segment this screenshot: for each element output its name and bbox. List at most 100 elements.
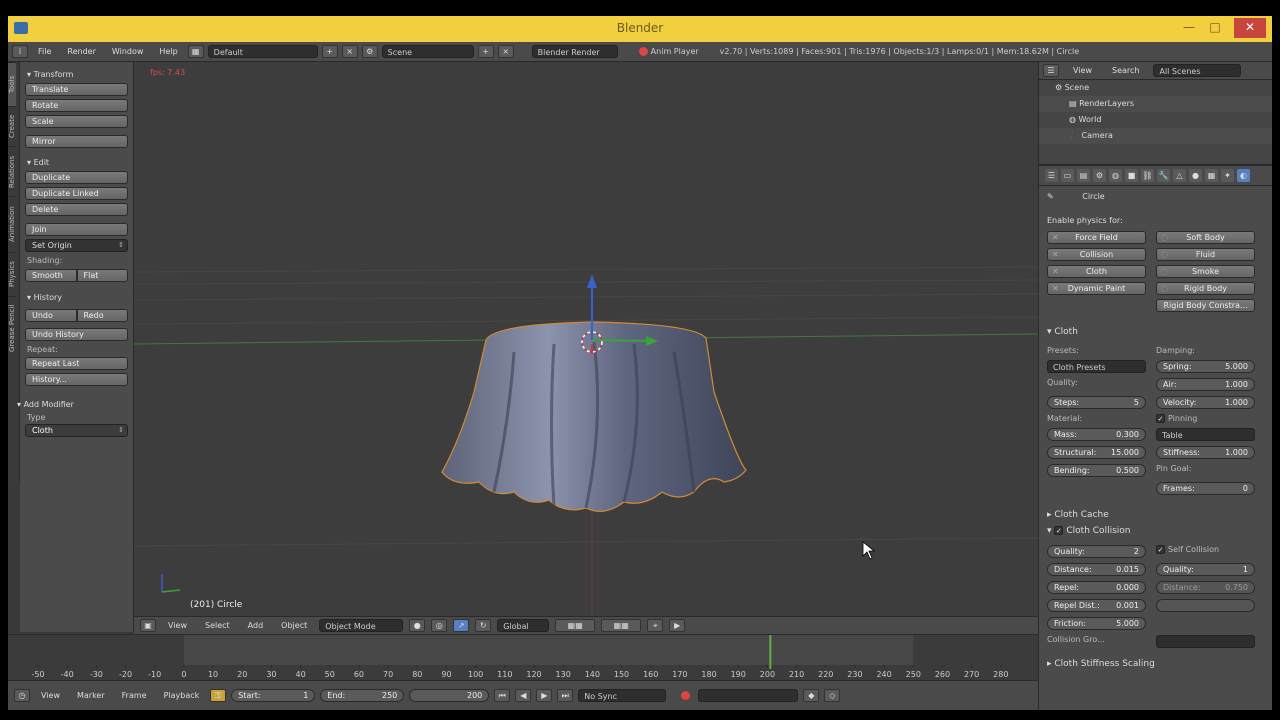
self-collision-checkbox[interactable]: ✓ Self Collision [1156,545,1255,558]
render-engine-select[interactable]: Blender Render [531,45,618,58]
tab-grease-pencil[interactable]: Grease Pencil [8,296,16,360]
menu-render[interactable]: Render [61,47,101,56]
outliner-menu-view[interactable]: View [1067,66,1098,75]
delete-key-icon[interactable]: ◇ [824,689,841,702]
view3d-editor-icon[interactable]: ▣ [140,619,156,632]
cloth-presets-select[interactable]: Cloth Presets [1047,360,1146,373]
manipulator-icon[interactable]: ↗ [453,619,470,632]
viewport-scene[interactable] [134,62,1038,616]
material-tab-icon[interactable]: ● [1189,169,1202,182]
render-tab-icon[interactable]: ▭ [1061,169,1074,182]
layers2-icon[interactable]: ▦▦ [601,619,642,632]
steps-field[interactable]: Steps: 5 [1047,396,1146,409]
modifiers-tab-icon[interactable]: 🔧 [1157,169,1170,182]
current-frame-field[interactable]: 200 [409,689,490,702]
redo-button[interactable]: Redo [76,309,128,322]
pin-group-select[interactable]: Table [1156,428,1255,441]
self-quality-field[interactable]: Quality: 1 [1156,563,1255,576]
menu-playback[interactable]: Playback [158,691,206,700]
constraints-tab-icon[interactable]: ⛓ [1141,169,1154,182]
texture-tab-icon[interactable]: ▦ [1205,169,1218,182]
outliner-row-renderlayers[interactable]: ▤ RenderLayers [1039,96,1272,112]
mode-select[interactable]: Object Mode [319,619,404,632]
anim-player-button[interactable]: Anim Player [633,45,710,58]
cloth-panel-header[interactable]: Cloth [1039,324,1272,340]
delete-button[interactable]: Delete [25,203,128,216]
bending-field[interactable]: Bending: 0.500 [1047,464,1146,477]
collision-button[interactable]: ✕ Collision [1047,248,1146,261]
stiffness-field[interactable]: Stiffness: 1.000 [1156,446,1255,459]
cloth-stiffness-header[interactable]: Cloth Stiffness Scaling [1039,656,1272,672]
timeline-ruler[interactable]: -50 -40 -30 -20 -10 0 10 20 30 40 50 60 70 80 90 100 110… [8,635,1038,681]
scene-field[interactable]: Scene [381,45,474,58]
scene-tab-icon[interactable]: ⚙ [1093,169,1106,182]
layers-icon[interactable]: ▦▦ [555,619,596,632]
auto-key-icon[interactable] [681,691,691,700]
history-header[interactable]: History [27,293,128,302]
edit-header[interactable]: Edit [27,158,128,167]
join-button[interactable]: Join [25,223,128,236]
smoke-button[interactable]: ◌ Smoke [1156,265,1255,278]
menu-view[interactable]: View [162,621,193,630]
object-tab-icon[interactable]: ■ [1125,169,1138,182]
keying-set-field[interactable] [698,689,799,702]
undo-button[interactable]: Undo [25,309,77,322]
air-field[interactable]: Air: 1.000 [1156,378,1255,391]
physics-tab-icon[interactable]: ◐ [1237,169,1250,182]
collision-quality-field[interactable]: Quality: 2 [1047,545,1146,558]
outliner-row-scene[interactable]: ⚙ Scene [1039,80,1272,96]
3d-viewport[interactable]: fps: 7.43 (201) Circle [134,62,1038,616]
layers-tab-icon[interactable]: ▤ [1077,169,1090,182]
orientation-select[interactable]: Global [497,619,550,632]
menu-object[interactable]: Object [275,621,313,630]
play-icon[interactable]: ▶ [536,689,553,702]
minimize-icon[interactable]: — [1178,18,1200,38]
maximize-icon[interactable]: □ [1204,18,1226,38]
rigid-body-button[interactable]: ◌ Rigid Body [1156,282,1255,295]
menu-window[interactable]: Window [106,47,150,56]
dynamic-paint-button[interactable]: ✕ Dynamic Paint [1047,282,1146,295]
pivot-icon[interactable]: ◎ [431,619,448,632]
duplicate-button[interactable]: Duplicate [25,171,128,184]
cloth-collision-header[interactable]: ✓Cloth Collision [1039,523,1272,539]
smooth-button[interactable]: Smooth [25,269,77,282]
layout-icon[interactable]: ▦ [187,45,204,58]
collision-check-icon[interactable]: ✓ [1054,526,1064,535]
repel-dist-field[interactable]: Repel Dist.: 0.001 [1047,599,1146,612]
cloth-cache-header[interactable]: Cloth Cache [1039,507,1272,523]
keying-icon[interactable]: ⚿ [210,689,227,702]
menu-file[interactable]: File [32,47,57,56]
remove-layout-icon[interactable]: × [341,45,358,58]
fluid-button[interactable]: ◌ Fluid [1156,248,1255,261]
particles-tab-icon[interactable]: ✦ [1221,169,1234,182]
tab-create[interactable]: Create [8,106,16,146]
cloth-button[interactable]: ✕ Cloth [1047,265,1146,278]
editor-type-icon[interactable]: i [12,45,28,58]
play-reverse-icon[interactable]: ◀ [515,689,532,702]
menu-tl-view[interactable]: View [35,691,66,700]
force-field-button[interactable]: ✕ Force Field [1047,231,1146,244]
insert-key-icon[interactable]: ◆ [803,689,820,702]
spring-field[interactable]: Spring: 5.000 [1156,360,1255,373]
set-origin-select[interactable]: Set Origin [25,239,128,252]
frames-field[interactable]: Frames: 0 [1156,482,1255,495]
tab-animation[interactable]: Animation [8,196,16,252]
menu-add[interactable]: Add [242,621,270,630]
close-icon[interactable]: ✕ [1234,18,1266,38]
history-button[interactable]: History... [25,373,128,386]
mirror-button[interactable]: Mirror [25,135,128,148]
jump-start-icon[interactable]: ⏮ [494,689,511,702]
outliner-menu-search[interactable]: Search [1106,66,1145,75]
translate-button[interactable]: Translate [25,83,128,96]
jump-end-icon[interactable]: ⏭ [557,689,574,702]
add-modifier-header[interactable]: Add Modifier [17,400,128,409]
self-distance-field[interactable]: Distance: 0.750 [1156,581,1255,594]
properties-editor-icon[interactable]: ☰ [1045,169,1058,182]
duplicate-linked-button[interactable]: Duplicate Linked [25,187,128,200]
tab-tools[interactable]: Tools [8,62,16,106]
timeline[interactable]: -50 -40 -30 -20 -10 0 10 20 30 40 50 60 70 80 90 100 110… [8,634,1038,680]
rotate-manip-icon[interactable]: ↻ [475,619,492,632]
repel-field[interactable]: Repel: 0.000 [1047,581,1146,594]
outliner-editor-icon[interactable]: ☰ [1043,64,1059,77]
menu-marker[interactable]: Marker [71,691,111,700]
